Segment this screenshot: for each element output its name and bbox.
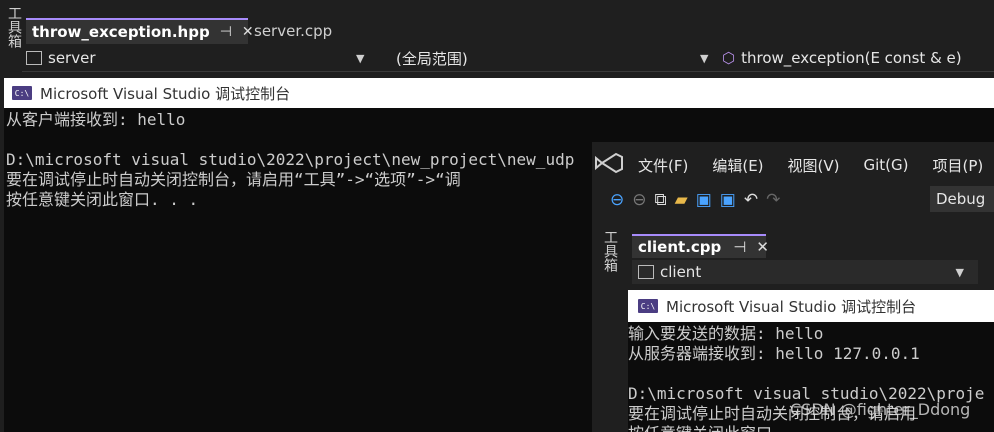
toolbox-label: 工具箱 [602, 230, 618, 272]
menu-edit[interactable]: 编辑(E) [712, 155, 763, 176]
project-dropdown-value: client [660, 263, 702, 281]
new-item-icon[interactable]: ⧉ [655, 190, 667, 210]
chevron-down-icon: ▼ [955, 265, 964, 279]
member-dropdown[interactable]: ⬡ throw_exception(E const & e) [722, 47, 994, 69]
tab-throw-exception-hpp[interactable]: throw_exception.hpp ⊣ ✕ [26, 18, 254, 44]
chevron-down-icon: ▼ [356, 51, 365, 65]
document-tabs: throw_exception.hpp ⊣ ✕ server.cpp [26, 18, 390, 44]
toolbox-label: 工具箱 [6, 6, 22, 48]
console-line: 从服务器端接收到: hello 127.0.0.1 [628, 344, 920, 363]
visual-studio-logo-icon [595, 152, 623, 174]
pin-icon[interactable]: ⊣ [220, 24, 232, 40]
project-dropdown-value: server [48, 49, 96, 67]
console-title: Microsoft Visual Studio 调试控制台 [666, 297, 917, 316]
console-titlebar[interactable]: C:\ Microsoft Visual Studio 调试控制台 [628, 290, 994, 322]
project-icon [638, 265, 654, 279]
console-line: 按任意键关闭此窗口. . . [628, 424, 994, 432]
back-icon[interactable]: ⊖ [610, 190, 624, 210]
console-app-icon: C:\ [12, 86, 32, 100]
project-dropdown[interactable]: server ▼ [26, 47, 370, 69]
save-all-icon[interactable]: ▣ [720, 190, 736, 210]
console-app-icon: C:\ [638, 299, 658, 313]
scope-dropdown-value: (全局范围) [396, 49, 468, 68]
chevron-down-icon: ▼ [700, 51, 709, 65]
tab-label: client.cpp [638, 238, 722, 256]
scope-dropdown[interactable]: (全局范围) ▼ [396, 47, 716, 69]
open-folder-icon[interactable]: ▰ [675, 190, 688, 210]
save-icon[interactable]: ▣ [696, 190, 712, 210]
undo-icon[interactable]: ↶ [744, 190, 758, 210]
member-icon: ⬡ [722, 49, 736, 67]
tab-label: throw_exception.hpp [32, 23, 210, 41]
project-icon [26, 51, 42, 65]
console-line: 从客户端接收到: hello [6, 110, 186, 129]
configuration-dropdown[interactable]: Debug [930, 186, 994, 212]
menu-project[interactable]: 项目(P) [933, 155, 984, 176]
console-line: 输入要发送的数据: hello [628, 324, 824, 343]
tab-client-cpp[interactable]: client.cpp ⊣ ✕ [632, 234, 769, 258]
project-dropdown[interactable]: client ▼ [632, 260, 978, 284]
redo-icon[interactable]: ↷ [766, 190, 780, 210]
member-dropdown-value: throw_exception(E const & e) [741, 49, 962, 67]
close-icon[interactable]: ✕ [756, 238, 769, 256]
client-vs-window: 文件(F) 编辑(E) 视图(V) Git(G) 项目(P) ⊖ ⊖ ⧉ ▰ ▣… [592, 142, 994, 432]
console-titlebar[interactable]: C:\ Microsoft Visual Studio 调试控制台 [4, 78, 994, 108]
tab-server-cpp[interactable]: server.cpp [248, 18, 338, 44]
watermark: CSDN @fighter_Ddong [790, 400, 971, 419]
tab-label: server.cpp [254, 22, 333, 40]
navigation-bar: server ▼ (全局范围) ▼ ⬡ throw_exception(E co… [22, 44, 994, 72]
pin-icon[interactable]: ⊣ [733, 238, 746, 256]
menu-view[interactable]: 视图(V) [788, 155, 840, 176]
toolbox-strip[interactable]: 工具箱 [600, 230, 622, 280]
console-title: Microsoft Visual Studio 调试控制台 [40, 84, 291, 103]
menu-bar: 文件(F) 编辑(E) 视图(V) Git(G) 项目(P) [638, 154, 994, 176]
menu-file[interactable]: 文件(F) [638, 155, 688, 176]
menu-git[interactable]: Git(G) [864, 156, 909, 174]
forward-icon[interactable]: ⊖ [632, 190, 646, 210]
